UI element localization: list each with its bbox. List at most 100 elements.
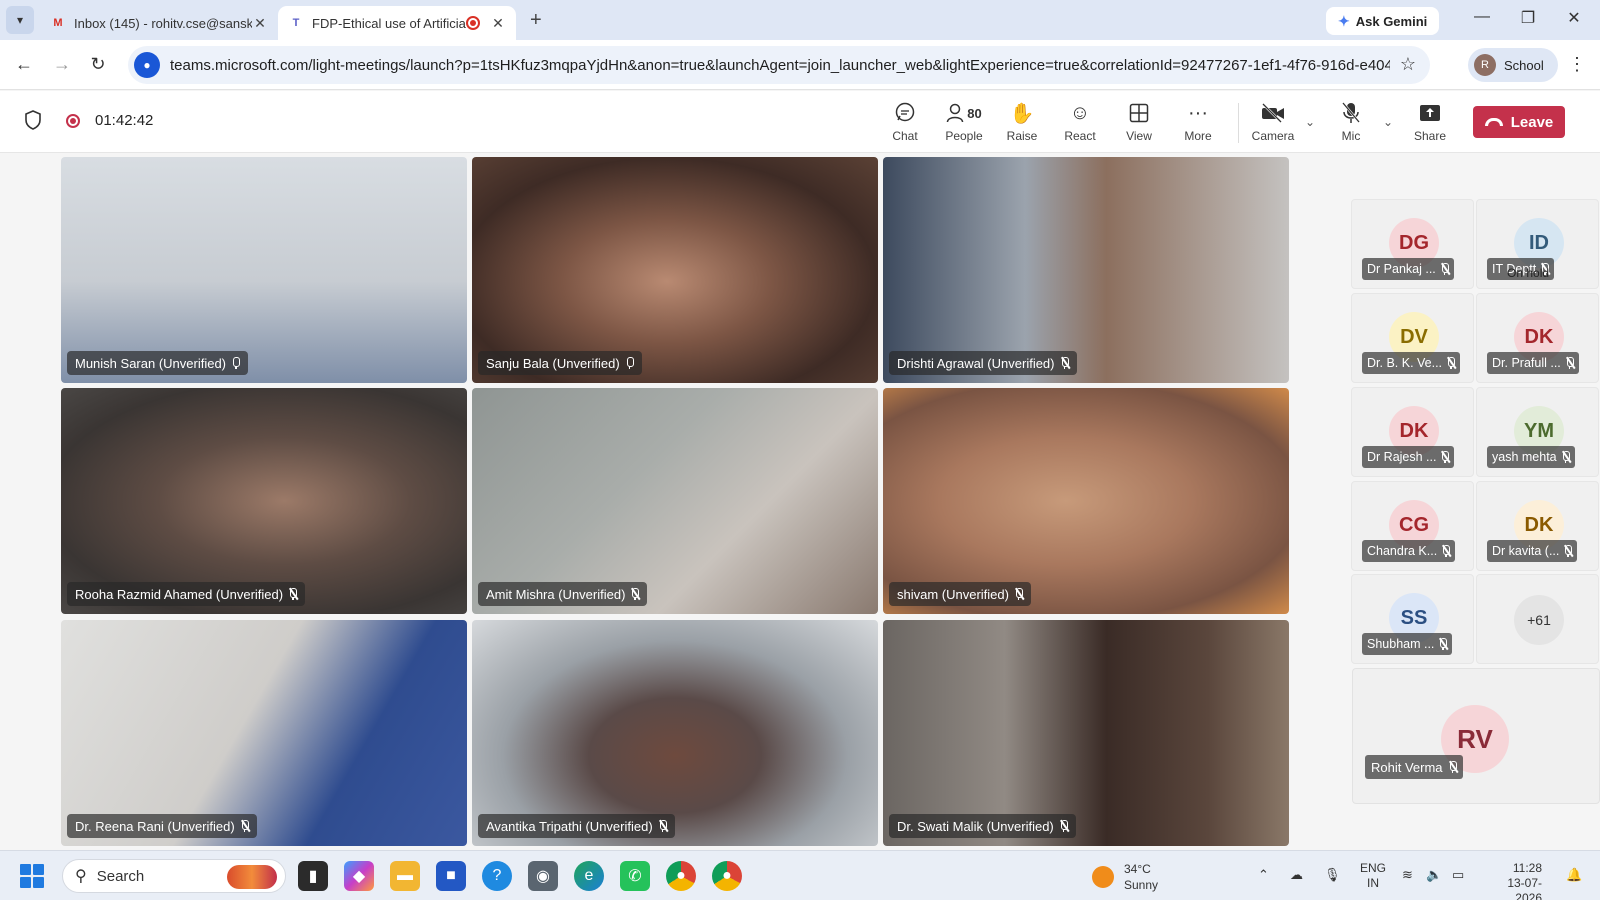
back-icon[interactable]: ← <box>12 54 36 75</box>
raise-hand-button[interactable]: ✋ Raise <box>994 99 1050 147</box>
url-bar[interactable]: ● teams.microsoft.com/light-meetings/lau… <box>128 46 1430 84</box>
volume-icon[interactable]: 🔈 <box>1426 867 1442 883</box>
mic-options-chevron-icon[interactable]: ⌄ <box>1383 115 1393 129</box>
video-tile[interactable]: Avantika Tripathi (Unverified) <box>472 620 878 846</box>
video-tile[interactable]: Sanju Bala (Unverified) <box>472 157 878 383</box>
tab-gmail[interactable]: M Inbox (145) - rohitv.cse@sanskriti ✕ <box>40 6 278 40</box>
shield-icon[interactable] <box>24 110 42 130</box>
forward-icon[interactable]: → <box>50 54 74 75</box>
restore-icon[interactable]: ❐ <box>1516 8 1540 28</box>
more-participants-tile[interactable]: +61 <box>1476 574 1599 664</box>
participant-name-tag: yash mehta <box>1487 446 1575 468</box>
recording-icon <box>66 114 80 128</box>
raise-label: Raise <box>1006 129 1038 143</box>
weather-condition: Sunny <box>1124 878 1159 892</box>
notification-bell-icon[interactable]: 🔔 <box>1566 867 1582 883</box>
react-button[interactable]: ☺ React <box>1052 99 1108 147</box>
windows-start-icon[interactable] <box>20 864 44 888</box>
participant-name: Rohit Verma <box>1371 759 1443 775</box>
search-label: Search <box>96 867 145 885</box>
bookmark-star-icon[interactable]: ☆ <box>1400 54 1416 75</box>
lang-code: ENG <box>1360 861 1387 875</box>
camera-button[interactable]: Camera <box>1245 99 1301 147</box>
chrome-profile-icon[interactable]: ● <box>712 861 742 891</box>
self-video-tile[interactable]: RV Rohit Verma <box>1352 668 1600 804</box>
view-button[interactable]: View <box>1111 99 1167 147</box>
microphone-icon[interactable]: ● <box>134 52 160 78</box>
participant-name: Shubham ... <box>1367 637 1435 651</box>
copilot-icon[interactable]: ◆ <box>344 861 374 891</box>
taskbar-search[interactable]: ⚲ Search <box>62 859 286 893</box>
participant-avatar-tile[interactable]: SS Shubham ... <box>1351 574 1474 664</box>
view-label: View <box>1126 129 1152 143</box>
battery-icon[interactable]: ▭ <box>1452 867 1464 883</box>
video-tile[interactable]: Dr. Reena Rani (Unverified) <box>61 620 467 846</box>
camera-app-icon[interactable]: ◉ <box>528 861 558 891</box>
temperature: 34°C <box>1124 862 1151 876</box>
chrome-icon[interactable]: ● <box>666 861 696 891</box>
more-button[interactable]: ··· More <box>1170 99 1226 147</box>
share-label: Share <box>1413 129 1447 143</box>
whatsapp-icon[interactable]: ✆ <box>620 861 650 891</box>
minimize-icon[interactable]: — <box>1470 8 1494 26</box>
video-tile[interactable]: Drishti Agrawal (Unverified) <box>883 157 1289 383</box>
participant-avatar-tile[interactable]: CG Chandra K... <box>1351 481 1474 571</box>
participant-avatar-tile[interactable]: DG Dr Pankaj ... <box>1351 199 1474 289</box>
video-tile[interactable]: Dr. Swati Malik (Unverified) <box>883 620 1289 846</box>
wifi-icon[interactable]: ≋ <box>1402 867 1413 883</box>
participant-avatar-tile[interactable]: DK Dr. Prafull ... <box>1476 293 1599 383</box>
task-view-icon[interactable]: ▮ <box>298 861 328 891</box>
microphone-icon[interactable]: 🎙 <box>1324 867 1341 883</box>
close-icon[interactable]: ✕ <box>490 15 506 32</box>
participant-avatar-tile[interactable]: ID IT Deptt On hold <box>1476 199 1599 289</box>
camera-off-icon <box>1261 99 1285 127</box>
close-icon[interactable]: ✕ <box>252 15 268 32</box>
url-text[interactable]: teams.microsoft.com/light-meetings/launc… <box>170 57 1390 74</box>
share-button[interactable]: Share <box>1402 99 1458 147</box>
participant-name: Dr kavita (... <box>1492 544 1560 558</box>
raise-hand-icon: ✋ <box>1009 102 1035 125</box>
participant-name: Amit Mishra (Unverified) <box>486 586 626 602</box>
language-indicator[interactable]: ENG IN <box>1360 861 1386 891</box>
video-tile[interactable]: Rooha Razmid Ahamed (Unverified) <box>61 388 467 614</box>
window-close-icon[interactable]: ✕ <box>1562 8 1586 28</box>
edge-icon[interactable]: e <box>574 861 604 891</box>
participant-name-tag: Dr. B. K. Ve... <box>1362 352 1461 374</box>
video-tile[interactable]: Amit Mishra (Unverified) <box>472 388 878 614</box>
mic-button[interactable]: Mic <box>1323 99 1379 147</box>
ask-gemini-button[interactable]: ✦ Ask Gemini <box>1326 7 1440 35</box>
people-button[interactable]: 80 People <box>936 99 992 147</box>
tab-teams-meeting[interactable]: T FDP-Ethical use of Artificial ✕ <box>278 6 516 40</box>
new-tab-button[interactable]: + <box>530 9 542 32</box>
weather-widget[interactable]: 34°C Sunny <box>1092 861 1158 893</box>
profile-label: School <box>1504 57 1544 73</box>
participant-avatar-tile[interactable]: YM yash mehta <box>1476 387 1599 477</box>
mic-muted-icon <box>1441 450 1452 463</box>
tray-expand-icon[interactable]: ⌃ <box>1258 867 1269 883</box>
participant-name-tag: Munish Saran (Unverified) <box>67 351 249 375</box>
participant-avatar-tile[interactable]: DK Dr Rajesh ... <box>1351 387 1474 477</box>
mic-muted-icon <box>659 819 669 832</box>
store-icon[interactable]: ■ <box>436 861 466 891</box>
participant-name-tag: Rohit Verma <box>1365 755 1463 779</box>
video-tile[interactable]: shivam (Unverified) <box>883 388 1289 614</box>
participant-avatar-tile[interactable]: DV Dr. B. K. Ve... <box>1351 293 1474 383</box>
reload-icon[interactable]: ↻ <box>86 54 110 75</box>
leave-button[interactable]: Leave <box>1473 106 1565 138</box>
time: 11:28 <box>1512 861 1542 875</box>
participant-name-tag: Dr. Prafull ... <box>1487 352 1579 374</box>
participant-name-tag: Dr. Swati Malik (Unverified) <box>889 814 1076 838</box>
participant-name: Dr. Prafull ... <box>1492 356 1561 370</box>
tab-search-button[interactable]: ▾ <box>6 6 34 34</box>
participant-avatar-tile[interactable]: DK Dr kavita (... <box>1476 481 1599 571</box>
network-status-icon[interactable]: ☁ <box>1290 867 1303 883</box>
camera-options-chevron-icon[interactable]: ⌄ <box>1305 115 1315 129</box>
chat-button[interactable]: Chat <box>877 99 933 147</box>
browser-menu-icon[interactable]: ⋮ <box>1568 54 1586 75</box>
clock[interactable]: 11:28 13-07-2026 <box>1482 861 1542 900</box>
file-explorer-icon[interactable]: ▬ <box>390 861 420 891</box>
address-bar: ← → ↻ ● teams.microsoft.com/light-meetin… <box>0 40 1600 90</box>
help-icon[interactable]: ? <box>482 861 512 891</box>
video-tile[interactable]: Munish Saran (Unverified) <box>61 157 467 383</box>
profile-button[interactable]: R School <box>1468 48 1558 82</box>
